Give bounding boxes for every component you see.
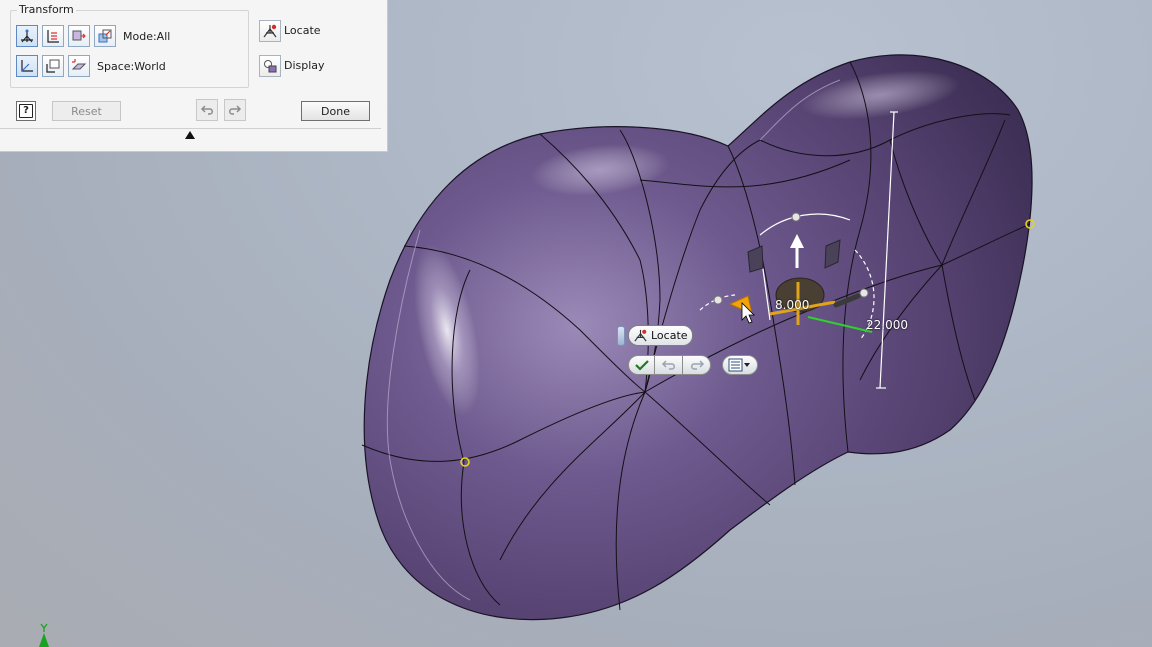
- redo-icon: [690, 360, 704, 370]
- undo-icon: [661, 360, 675, 370]
- locate-label[interactable]: Locate: [284, 24, 321, 37]
- display-button[interactable]: [259, 55, 281, 77]
- help-button[interactable]: ?: [16, 101, 36, 121]
- mode-label[interactable]: Mode:All: [123, 30, 170, 43]
- minitoolbar-redo-button[interactable]: [683, 355, 711, 375]
- check-icon: [634, 360, 649, 371]
- options-menu-icon: [728, 358, 750, 372]
- transform-all-button[interactable]: [16, 25, 38, 47]
- space-view-icon: [46, 59, 60, 73]
- redo-arrow-icon: [229, 105, 242, 115]
- length-dimension-value[interactable]: 8.000: [775, 298, 809, 312]
- transform-axis-button[interactable]: [42, 25, 64, 47]
- rotate-handle[interactable]: [791, 212, 801, 222]
- collapse-arrow-icon[interactable]: [185, 131, 195, 139]
- panel-undo-button[interactable]: [196, 99, 218, 121]
- display-label[interactable]: Display: [284, 59, 325, 72]
- transform-panel: Transform Mode:All Space:World Locate Di…: [0, 0, 388, 152]
- transform-scale-button[interactable]: [94, 25, 116, 47]
- done-button[interactable]: Done: [301, 101, 370, 121]
- view-axis-indicator: [36, 623, 52, 647]
- space-label[interactable]: Space:World: [97, 60, 166, 73]
- locate-icon: [263, 24, 277, 38]
- minitoolbar-undo-button[interactable]: [655, 355, 683, 375]
- space-view-button[interactable]: [42, 55, 64, 77]
- reset-button[interactable]: Reset: [52, 101, 121, 121]
- transform-planar-icon: [72, 30, 86, 41]
- rotate-handle[interactable]: [713, 295, 723, 305]
- transform-group-title: Transform: [17, 3, 76, 16]
- help-icon: ?: [19, 104, 33, 118]
- rotate-handle[interactable]: [859, 288, 869, 298]
- space-local-icon: [71, 59, 87, 70]
- undo-arrow-icon: [200, 105, 213, 115]
- transform-all-icon: [21, 29, 33, 43]
- panel-divider: [0, 128, 381, 129]
- locate-button[interactable]: [259, 20, 281, 42]
- space-local-button[interactable]: [68, 55, 90, 77]
- panel-redo-button[interactable]: [224, 99, 246, 121]
- space-world-icon: [21, 60, 33, 72]
- offset-dimension-value[interactable]: 22.000: [866, 318, 908, 332]
- y-axis-arrow-icon: [39, 623, 49, 647]
- display-icon: [264, 60, 277, 73]
- transform-scale-icon: [98, 29, 112, 43]
- minitoolbar-locate-button[interactable]: Locate: [628, 325, 693, 346]
- locate-icon: [634, 329, 647, 342]
- transform-group: Transform Mode:All Space:World: [10, 3, 249, 88]
- minitoolbar-locate-label: Locate: [651, 329, 688, 342]
- apply-button[interactable]: [628, 355, 655, 375]
- minitoolbar-options-button[interactable]: [722, 355, 758, 375]
- minitoolbar-grip[interactable]: [617, 326, 625, 346]
- transform-axis-icon: [47, 30, 59, 43]
- transform-planar-button[interactable]: [68, 25, 90, 47]
- space-world-button[interactable]: [16, 55, 38, 77]
